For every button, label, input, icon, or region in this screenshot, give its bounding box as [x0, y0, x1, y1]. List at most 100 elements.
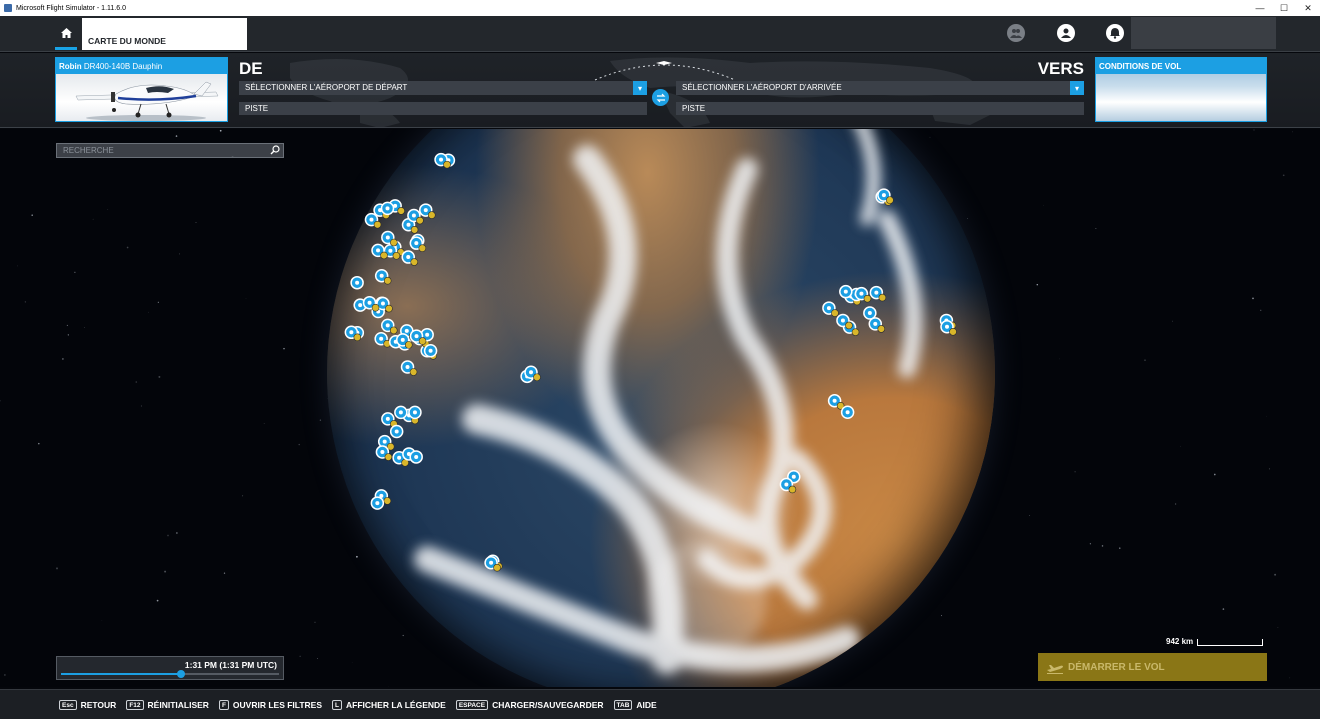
- airport-marker[interactable]: [400, 360, 418, 376]
- airport-marker-dot: [397, 455, 402, 460]
- world-map-view[interactable]: [0, 129, 1320, 687]
- home-button[interactable]: [55, 18, 77, 50]
- shortcut-key: Esc: [59, 699, 77, 710]
- airport-marker-dot: [349, 330, 354, 335]
- swap-icon: [656, 93, 665, 102]
- aircraft-card-title: Robin DR400-140B Dauphin: [56, 58, 227, 74]
- airport-marker-dot: [382, 439, 387, 444]
- airport-marker[interactable]: [380, 201, 395, 216]
- user-account-box[interactable]: [1131, 17, 1276, 49]
- time-of-day-slider[interactable]: 1:31 PM (1:31 PM UTC): [56, 656, 284, 680]
- shortcut-ouvrir-les-filtres[interactable]: F OUVRIR LES FILTRES: [218, 699, 322, 710]
- shortcut-label: RETOUR: [80, 699, 117, 710]
- time-thumb[interactable]: [176, 670, 185, 678]
- airport-marker-dot: [388, 248, 393, 253]
- shortcut-retour[interactable]: Esc RETOUR: [59, 699, 117, 710]
- departure-airport-select[interactable]: SÉLECTIONNER L'AÉROPORT DE DÉPART ▾: [239, 81, 647, 95]
- departure-airport-placeholder: SÉLECTIONNER L'AÉROPORT DE DÉPART: [245, 83, 408, 92]
- chevron-down-icon[interactable]: ▾: [633, 81, 647, 95]
- window-controls: — ☐ ✕: [1248, 0, 1320, 16]
- shortcut-key: L: [332, 699, 343, 710]
- airport-marker[interactable]: [374, 268, 392, 285]
- airport-marker-dot: [414, 454, 419, 459]
- minimize-button[interactable]: —: [1248, 0, 1272, 16]
- airport-marker[interactable]: [868, 317, 886, 333]
- arrival-airport-select[interactable]: SÉLECTIONNER L'AÉROPORT D'ARRIVÉE ▾: [676, 81, 1084, 95]
- airport-marker-dot: [398, 410, 403, 415]
- weather-card[interactable]: CONDITIONS DE VOL: [1095, 57, 1267, 122]
- notifications-button[interactable]: [1106, 24, 1124, 42]
- airport-marker[interactable]: [827, 394, 845, 410]
- shortcut-label: AIDE: [636, 699, 657, 710]
- airport-marker[interactable]: [401, 250, 419, 266]
- airport-marker[interactable]: [869, 285, 887, 302]
- airport-marker-dot: [379, 273, 384, 278]
- airport-marker[interactable]: [863, 306, 877, 320]
- airport-badge-icon: [410, 225, 419, 234]
- airport-badge-icon: [409, 368, 418, 376]
- start-flight-button[interactable]: DÉMARRER LE VOL: [1038, 653, 1267, 681]
- airport-marker-dot: [406, 255, 411, 260]
- airport-badge-icon: [410, 258, 419, 266]
- search-icon[interactable]: [270, 145, 280, 155]
- airport-marker[interactable]: [374, 331, 391, 348]
- airport-marker[interactable]: [370, 496, 385, 510]
- start-flight-label: DÉMARRER LE VOL: [1068, 661, 1165, 673]
- airport-marker[interactable]: [408, 405, 422, 420]
- shortcut-afficher-la-l-gende[interactable]: L AFFICHER LA LÉGENDE: [332, 699, 446, 710]
- airport-marker[interactable]: [822, 301, 839, 317]
- window-titlebar: Microsoft Flight Simulator - 1.11.6.0 — …: [0, 0, 1320, 16]
- airport-badge-icon: [383, 276, 392, 285]
- arrival-runway-select[interactable]: PISTE: [676, 102, 1084, 115]
- airport-marker-dot: [489, 560, 494, 565]
- airport-marker-dot: [400, 337, 405, 342]
- airport-marker-dot: [380, 450, 385, 455]
- shortcut-key: F12: [126, 699, 144, 710]
- airport-marker[interactable]: [350, 275, 364, 290]
- close-button[interactable]: ✕: [1296, 0, 1320, 16]
- tab-world-map[interactable]: CARTE DU MONDE: [82, 18, 247, 50]
- airport-badge-icon: [493, 563, 501, 572]
- airport-marker[interactable]: [423, 343, 438, 358]
- airport-badge-icon: [863, 294, 872, 303]
- airport-marker-dot: [414, 334, 419, 339]
- aircraft-image: [75, 81, 219, 121]
- profile-icon: [1061, 28, 1071, 38]
- airport-badge-icon: [371, 303, 380, 312]
- airport-marker-dot: [843, 289, 848, 294]
- airport-marker[interactable]: [409, 450, 423, 464]
- map-search-input[interactable]: RECHERCHE: [56, 143, 284, 158]
- shortcut-r-initialiser[interactable]: F12 RÉINITIALISER: [126, 699, 209, 710]
- airport-badge-icon: [389, 326, 398, 335]
- airport-badge-icon: [392, 251, 401, 260]
- airport-marker[interactable]: [839, 284, 853, 299]
- departure-runway-select[interactable]: PISTE: [239, 102, 647, 115]
- airport-marker[interactable]: [389, 424, 404, 439]
- airport-marker-dot: [405, 365, 410, 370]
- swap-airports-button[interactable]: [652, 89, 669, 106]
- airport-marker-dot: [367, 300, 372, 305]
- departure-label: DE: [239, 59, 263, 78]
- multiplayer-button[interactable]: [1007, 24, 1025, 42]
- airport-marker[interactable]: [381, 230, 398, 247]
- airport-badge-icon: [390, 238, 398, 247]
- airport-marker-dot: [355, 280, 360, 285]
- app-icon: [4, 4, 12, 12]
- airport-marker[interactable]: [380, 318, 398, 335]
- airport-marker[interactable]: [394, 405, 408, 420]
- maximize-button[interactable]: ☐: [1272, 0, 1296, 16]
- profile-button[interactable]: [1057, 24, 1075, 42]
- shortcut-aide[interactable]: TAB AIDE: [613, 699, 657, 710]
- airport-marker-dot: [881, 193, 886, 198]
- takeoff-icon: [1047, 665, 1063, 674]
- time-track[interactable]: [61, 670, 279, 678]
- airport-marker-dot: [425, 332, 430, 337]
- shortcut-charger-sauvegarder[interactable]: ESPACE CHARGER/SAUVEGARDER: [455, 699, 604, 710]
- airport-marker[interactable]: [419, 203, 436, 219]
- airport-badge-icon: [851, 328, 860, 336]
- aircraft-card[interactable]: Robin DR400-140B Dauphin: [55, 57, 228, 122]
- airport-marker[interactable]: [840, 405, 855, 419]
- chevron-down-icon[interactable]: ▾: [1070, 81, 1084, 95]
- airport-marker-dot: [375, 501, 380, 506]
- airport-marker-dot: [376, 248, 381, 253]
